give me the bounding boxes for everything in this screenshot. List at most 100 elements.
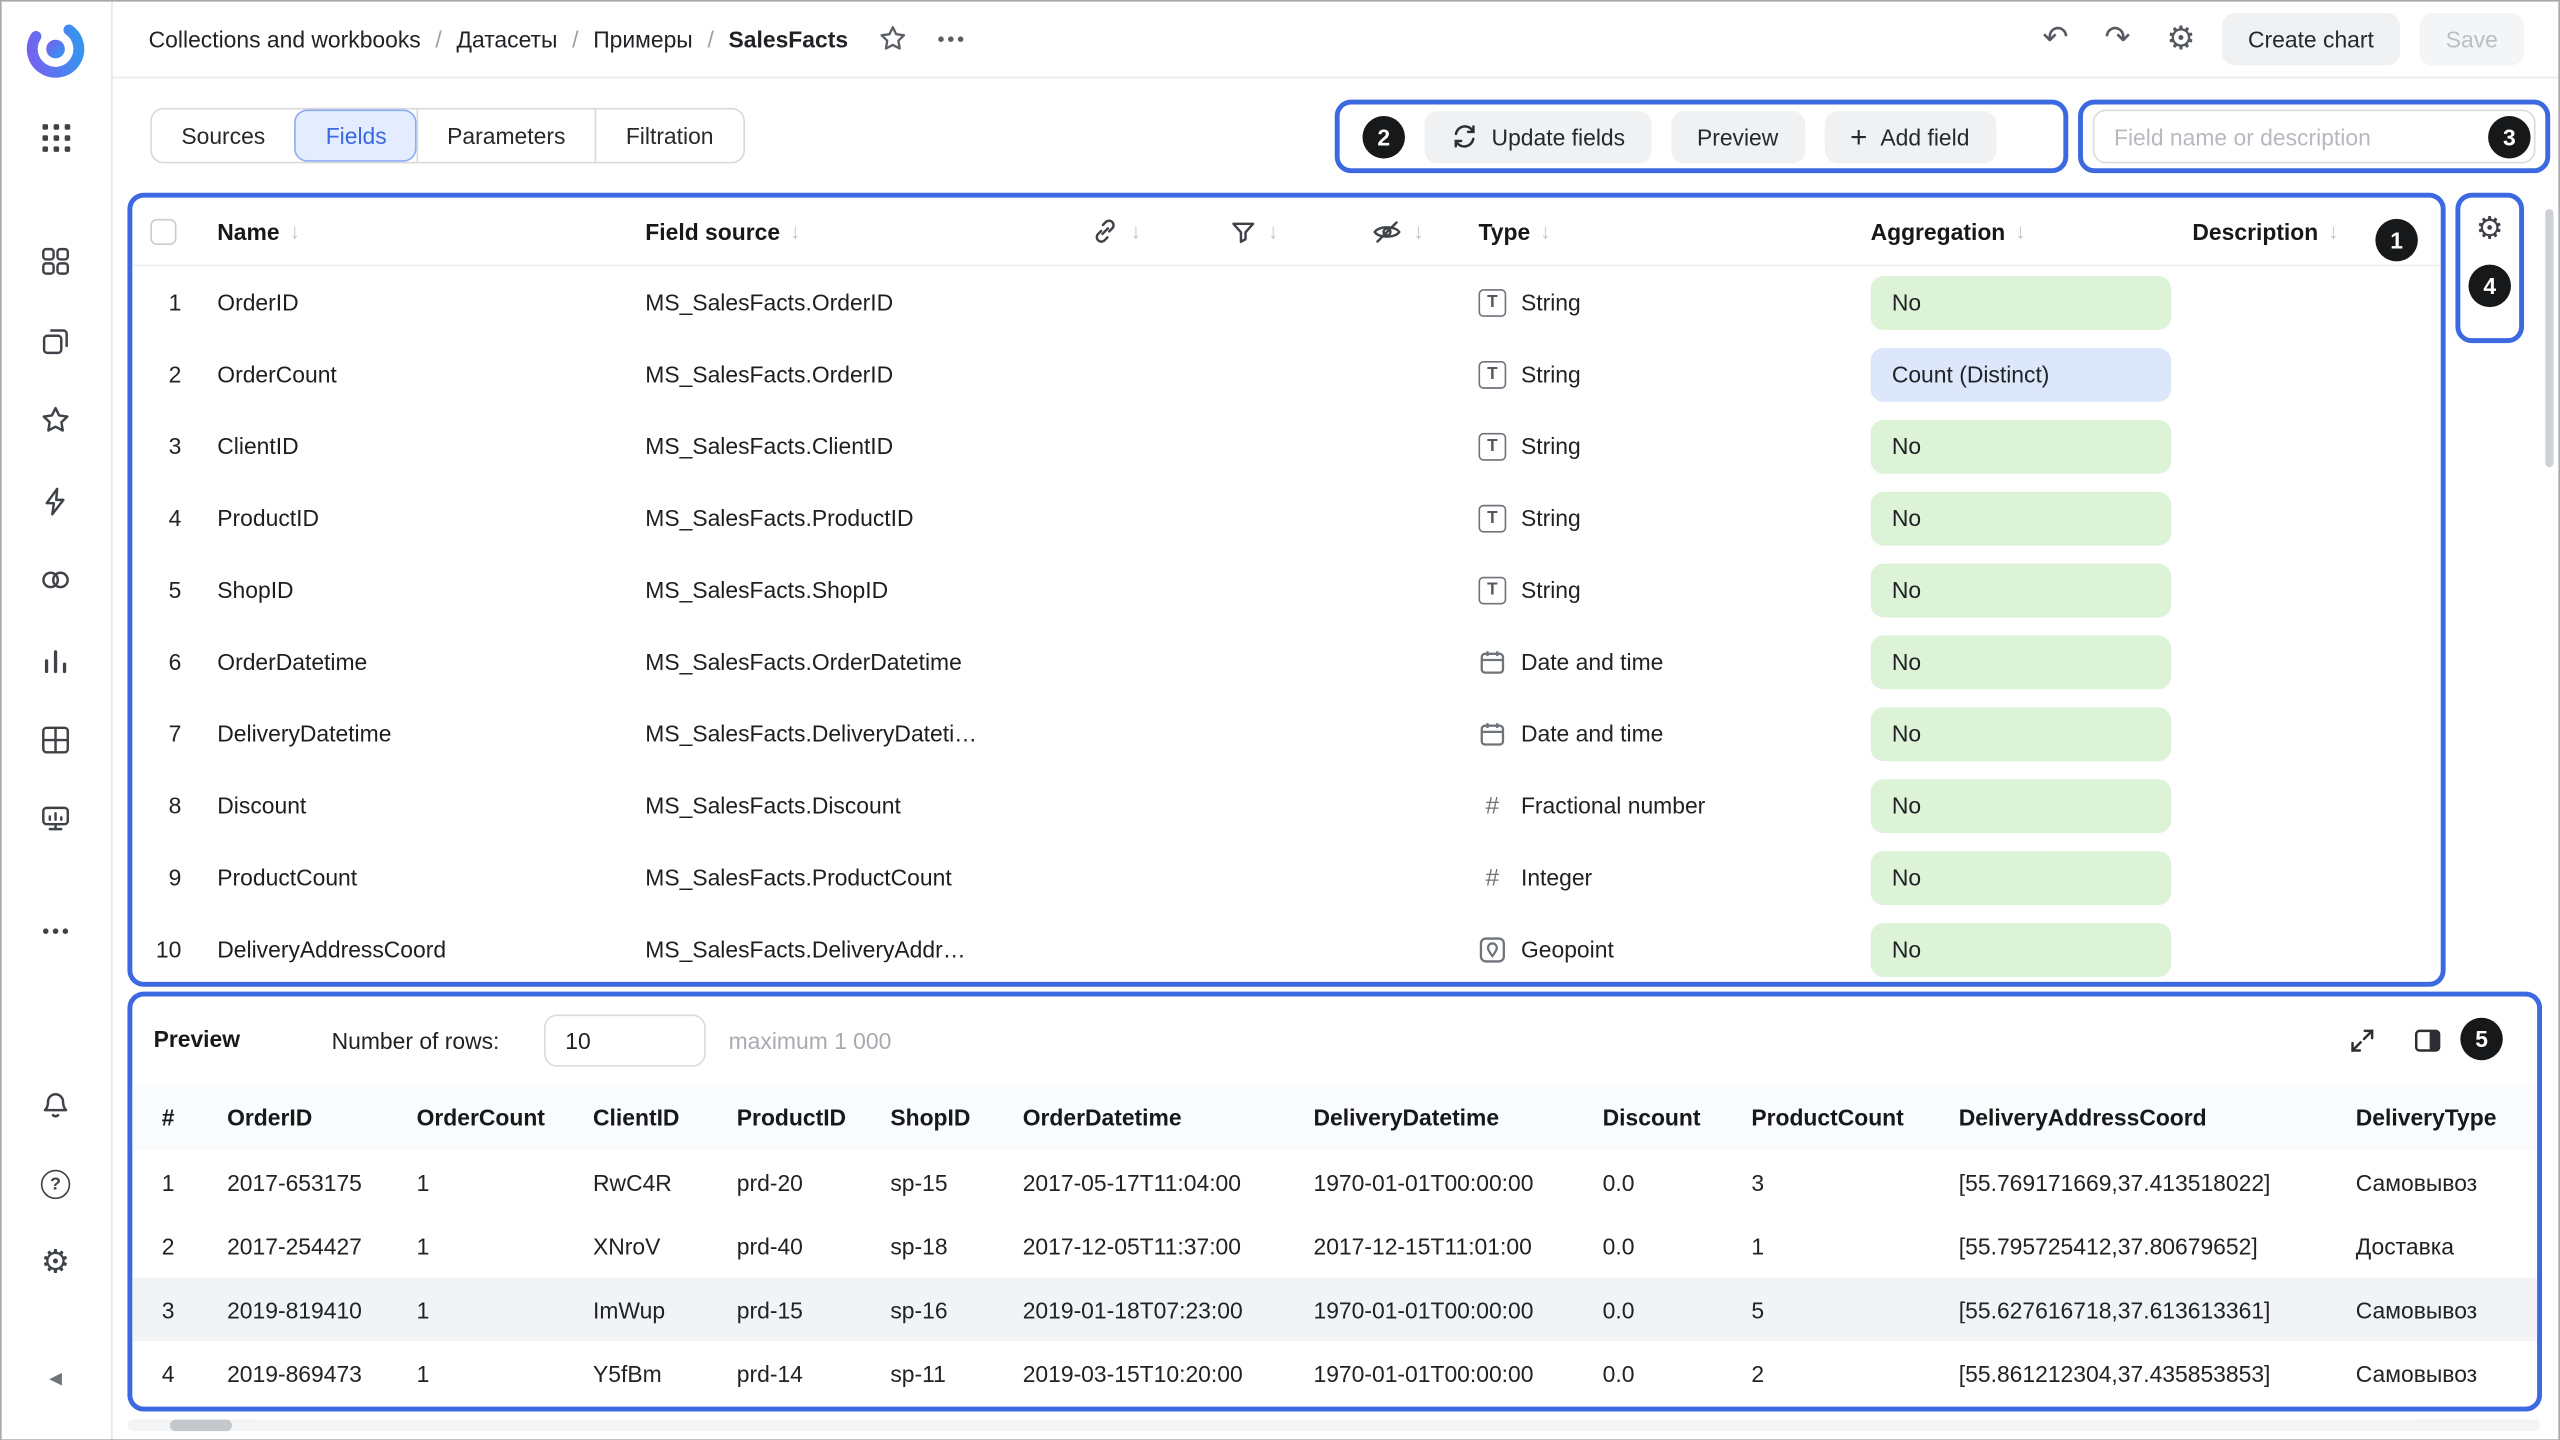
field-name[interactable]: ClientID xyxy=(217,433,645,459)
sidebar-settings-gear-icon[interactable]: ⚙ xyxy=(36,1243,75,1282)
field-name[interactable]: ProductID xyxy=(217,505,645,531)
aggregation-select[interactable]: No xyxy=(1871,778,2172,832)
notifications-bell-icon[interactable] xyxy=(36,1086,75,1125)
left-sidebar: ? ⚙ ◀ xyxy=(0,0,113,1440)
nav-tables-icon[interactable] xyxy=(36,720,75,759)
field-type-label: String xyxy=(1521,433,1581,459)
aggregation-select[interactable]: No xyxy=(1871,275,2172,329)
sort-arrow-icon[interactable]: ↓ xyxy=(1540,219,1551,244)
tab-filtration[interactable]: Filtration xyxy=(595,109,743,161)
horizontal-scrollbar-thumb[interactable] xyxy=(170,1419,232,1430)
nav-widgets-icon[interactable] xyxy=(36,242,75,281)
table-row[interactable]: 8 Discount MS_SalesFacts.Discount #Fract… xyxy=(132,769,2440,841)
update-fields-button[interactable]: Update fields xyxy=(1425,110,1652,162)
field-source: MS_SalesFacts.ClientID xyxy=(645,433,1089,459)
column-header-type[interactable]: Type↓ xyxy=(1478,218,1870,244)
sort-arrow-icon[interactable]: ↓ xyxy=(289,219,300,244)
breadcrumb-collections[interactable]: Collections and workbooks xyxy=(149,25,421,51)
aggregation-select[interactable]: No xyxy=(1871,922,2172,976)
table-row[interactable]: 9 ProductCount MS_SalesFacts.ProductCoun… xyxy=(132,841,2440,913)
vertical-scrollbar[interactable] xyxy=(2545,209,2553,467)
nav-charts-icon[interactable] xyxy=(36,642,75,681)
add-field-button[interactable]: + Add field xyxy=(1824,110,1996,162)
field-name[interactable]: ProductCount xyxy=(217,864,645,890)
breadcrumb-examples[interactable]: Примеры xyxy=(593,25,693,51)
sort-arrow-icon[interactable]: ↓ xyxy=(2015,219,2026,244)
calendar-type-icon xyxy=(1478,648,1506,676)
tab-sources[interactable]: Sources xyxy=(152,109,295,161)
table-row[interactable]: 7 DeliveryDatetime MS_SalesFacts.Deliver… xyxy=(132,698,2440,770)
dataset-settings-gear-icon[interactable]: ⚙ xyxy=(2166,22,2195,55)
aggregation-select[interactable]: No xyxy=(1871,850,2172,904)
preview-layout-icon[interactable] xyxy=(2413,1026,2442,1055)
table-row[interactable]: 2 OrderCount MS_SalesFacts.OrderID TStri… xyxy=(132,338,2440,410)
preview-row: 22017-254427 1XNroV prd-40sp-18 2017-12-… xyxy=(132,1214,2537,1278)
sidebar-collapse-icon[interactable]: ◀ xyxy=(36,1359,75,1398)
tab-parameters[interactable]: Parameters xyxy=(416,109,595,161)
nav-more-icon[interactable] xyxy=(36,912,75,951)
column-header-field-source[interactable]: Field source↓ xyxy=(645,218,1089,244)
fields-settings-gear-icon[interactable]: ⚙ xyxy=(2476,214,2504,245)
dataset-editor-page: ? ⚙ ◀ Collections and workbooks / Датасе… xyxy=(0,0,2560,1440)
table-row[interactable]: 1 OrderID MS_SalesFacts.OrderID TString … xyxy=(132,266,2440,338)
aggregation-select[interactable]: No xyxy=(1871,707,2172,761)
nav-favorites-icon[interactable] xyxy=(36,400,75,439)
more-options-icon[interactable] xyxy=(935,22,968,55)
breadcrumb-separator: / xyxy=(435,25,441,51)
table-row[interactable]: 4 ProductID MS_SalesFacts.ProductID TStr… xyxy=(132,482,2440,554)
breadcrumb-datasets[interactable]: Датасеты xyxy=(456,25,557,51)
undo-icon[interactable]: ↶ xyxy=(2043,23,2069,54)
aggregation-select[interactable]: No xyxy=(1871,635,2172,689)
create-chart-button[interactable]: Create chart xyxy=(2222,12,2400,64)
sort-arrow-icon[interactable]: ↓ xyxy=(2328,219,2339,244)
field-name[interactable]: DeliveryAddressCoord xyxy=(217,936,645,962)
field-name[interactable]: OrderID xyxy=(217,289,645,315)
select-all-checkbox[interactable] xyxy=(150,218,176,244)
nav-collections-icon[interactable] xyxy=(36,322,75,361)
sort-arrow-icon[interactable]: ↓ xyxy=(1413,219,1424,244)
preview-expand-icon[interactable] xyxy=(2348,1026,2377,1055)
tab-fields[interactable]: Fields xyxy=(295,109,416,161)
field-name[interactable]: DeliveryDatetime xyxy=(217,720,645,746)
column-header-hidden[interactable]: ↓ xyxy=(1371,215,1479,248)
column-header-aggregation[interactable]: Aggregation↓ xyxy=(1871,218,2193,244)
column-header-link[interactable]: ↓ xyxy=(1090,216,1229,247)
field-name[interactable]: OrderDatetime xyxy=(217,649,645,675)
save-button[interactable]: Save xyxy=(2420,12,2524,64)
string-type-icon: T xyxy=(1478,504,1506,532)
table-row[interactable]: 6 OrderDatetime MS_SalesFacts.OrderDatet… xyxy=(132,626,2440,698)
field-name[interactable]: ShopID xyxy=(217,577,645,603)
nav-datasets-icon[interactable] xyxy=(36,560,75,599)
column-header-filter[interactable]: ↓ xyxy=(1229,216,1371,245)
field-search-input[interactable] xyxy=(2093,109,2536,163)
row-number: 1 xyxy=(152,289,181,315)
preview-row: 32019-819410 1ImWup prd-15sp-16 2019-01-… xyxy=(132,1278,2537,1342)
apps-grid-icon[interactable] xyxy=(36,118,75,157)
column-header-name[interactable]: Name↓ xyxy=(217,218,645,244)
field-type-label: String xyxy=(1521,577,1581,603)
aggregation-select[interactable]: Count (Distinct) xyxy=(1871,347,2172,401)
table-row[interactable]: 5 ShopID MS_SalesFacts.ShopID TString No xyxy=(132,554,2440,626)
row-number: 2 xyxy=(152,361,181,387)
nav-connections-icon[interactable] xyxy=(36,482,75,521)
redo-icon[interactable]: ↷ xyxy=(2104,23,2130,54)
table-row[interactable]: 3 ClientID MS_SalesFacts.ClientID TStrin… xyxy=(132,410,2440,482)
sort-arrow-icon[interactable]: ↓ xyxy=(1131,219,1142,244)
table-row[interactable]: 10 DeliveryAddressCoord MS_SalesFacts.De… xyxy=(132,913,2440,985)
aggregation-select[interactable]: No xyxy=(1871,563,2172,617)
preview-toggle-button[interactable]: Preview xyxy=(1671,110,1805,162)
sort-arrow-icon[interactable]: ↓ xyxy=(790,219,801,244)
datalens-logo-icon[interactable] xyxy=(25,18,87,80)
breadcrumb-separator: / xyxy=(572,25,578,51)
nav-dashboards-icon[interactable] xyxy=(36,799,75,838)
sort-arrow-icon[interactable]: ↓ xyxy=(1268,219,1279,244)
field-name[interactable]: Discount xyxy=(217,792,645,818)
field-name[interactable]: OrderCount xyxy=(217,361,645,387)
favorite-star-icon[interactable] xyxy=(877,23,908,54)
number-of-rows-input[interactable] xyxy=(544,1015,706,1067)
horizontal-scrollbar-track[interactable] xyxy=(127,1419,2540,1430)
aggregation-select[interactable]: No xyxy=(1871,419,2172,473)
preview-panel: Preview Number of rows: maximum 1 000 5 … xyxy=(127,992,2542,1412)
help-icon[interactable]: ? xyxy=(36,1165,75,1204)
aggregation-select[interactable]: No xyxy=(1871,491,2172,545)
